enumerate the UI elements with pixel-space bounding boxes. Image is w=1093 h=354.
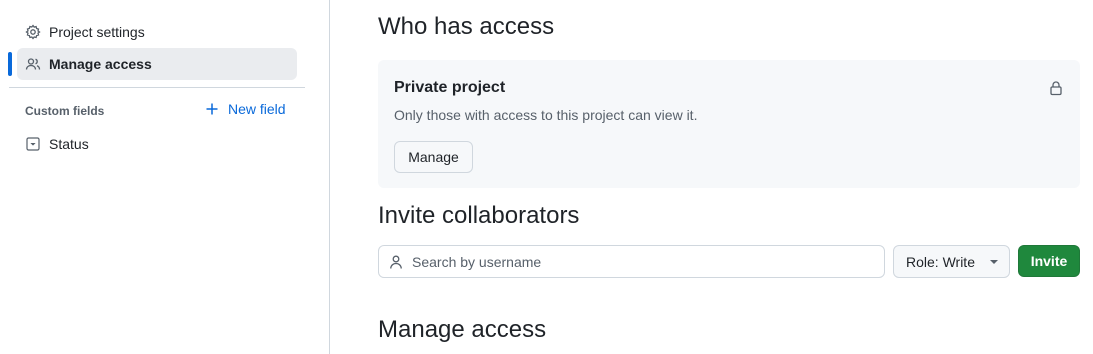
sidebar-item-label: Manage access	[49, 56, 152, 72]
search-field[interactable]	[378, 245, 885, 278]
search-input[interactable]	[412, 253, 852, 270]
people-icon	[25, 56, 41, 72]
invite-collaborators-heading: Invite collaborators	[378, 202, 580, 229]
triangle-down-icon	[990, 260, 998, 264]
new-field-button[interactable]: New field	[205, 101, 286, 117]
field-item-status[interactable]: Status	[17, 128, 297, 160]
new-field-label: New field	[228, 101, 286, 117]
plus-icon	[205, 102, 219, 116]
access-description: Only those with access to this project c…	[394, 107, 698, 123]
active-nav-indicator	[8, 52, 12, 76]
gear-icon	[25, 24, 41, 40]
single-select-icon	[25, 136, 41, 152]
person-icon	[388, 254, 404, 270]
manage-visibility-button[interactable]: Manage	[394, 141, 473, 173]
access-visibility-panel: Private project Only those with access t…	[378, 60, 1080, 188]
sidebar-item-project-settings[interactable]: Project settings	[17, 16, 297, 48]
role-label: Role: Write	[906, 253, 975, 270]
sidebar-item-manage-access[interactable]: Manage access	[17, 48, 297, 80]
who-has-access-heading: Who has access	[378, 13, 555, 40]
access-title: Private project	[394, 79, 506, 96]
sidebar-divider	[9, 87, 305, 88]
settings-sidebar: Project settings Manage access Custom fi…	[0, 0, 330, 354]
field-item-label: Status	[49, 136, 89, 152]
invite-button[interactable]: Invite	[1018, 245, 1080, 277]
sidebar-item-label: Project settings	[49, 24, 145, 40]
manage-access-heading: Manage access	[378, 316, 547, 343]
role-select-button[interactable]: Role: Write	[893, 245, 1010, 278]
lock-icon	[1048, 80, 1064, 96]
custom-fields-label: Custom fields	[25, 104, 105, 118]
